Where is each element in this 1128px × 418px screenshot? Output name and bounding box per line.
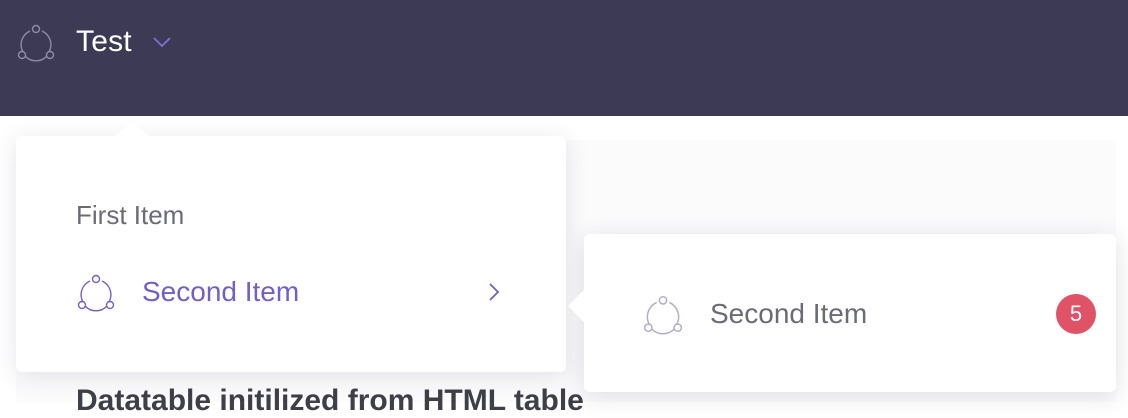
page-heading: Datatable initilized from HTML table — [76, 384, 584, 417]
top-navbar: Test — [0, 0, 1128, 116]
dropdown-arrow — [112, 122, 152, 138]
submenu: Second Item 5 — [568, 234, 1116, 392]
submenu-item-second[interactable]: Second Item 5 — [642, 290, 1096, 338]
menu-item-first[interactable]: First Item — [76, 200, 184, 231]
submenu-arrow — [568, 288, 586, 324]
chevron-down-icon — [153, 37, 171, 48]
nodes-icon — [643, 295, 683, 335]
menu-item-label: Second Item — [142, 276, 300, 307]
menu-item-second[interactable]: Second Item — [76, 268, 506, 316]
nodes-icon — [17, 24, 55, 62]
dropdown-menu: First Item Second Item — [16, 122, 566, 372]
count-badge: 5 — [1056, 294, 1096, 334]
brand-dropdown-toggle[interactable]: Test — [16, 22, 174, 62]
app-title: Test — [76, 25, 132, 58]
submenu-item-label: Second Item — [710, 298, 868, 329]
chevron-right-icon — [489, 283, 500, 301]
nodes-icon — [77, 274, 115, 312]
